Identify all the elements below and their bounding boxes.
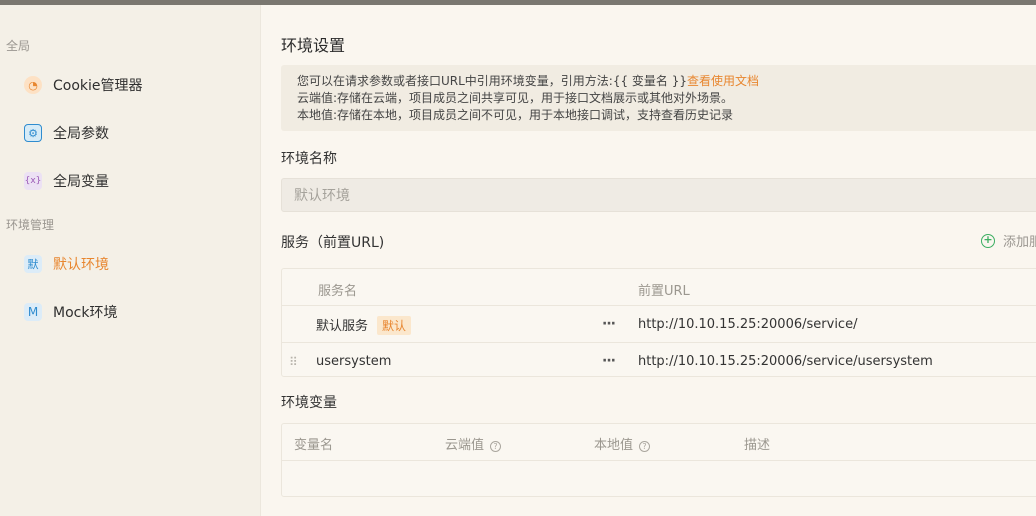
section-title-global: 全局	[6, 39, 31, 53]
default-badge: 默认	[377, 316, 412, 335]
env-default-icon: 默	[24, 255, 42, 273]
sidebar: 全局 ◔ Cookie管理器 ⚙ 全局参数 {x} 全局变量 环境管理 默 默认…	[0, 5, 261, 516]
column-header-service-name: 服务名	[318, 284, 358, 299]
row-divider	[282, 342, 1036, 343]
sidebar-item-label: 全局参数	[53, 126, 109, 142]
column-header-cloud-value: 云端值?	[445, 434, 502, 453]
local-value-label: 本地值	[594, 438, 634, 453]
service-url-cell[interactable]: http://10.10.15.25:20006/service/	[638, 317, 857, 332]
help-icon[interactable]: ?	[490, 441, 502, 452]
info-notice: 您可以在请求参数或者接口URL中引用环境变量，引用方法:{{ 变量名 }}查看使…	[281, 65, 1036, 131]
sidebar-item-default-env[interactable]: 默 默认环境	[24, 250, 109, 278]
section-title-env: 环境管理	[6, 218, 55, 232]
sidebar-item-label: Mock环境	[53, 305, 118, 321]
cloud-value-label: 云端值	[445, 438, 485, 453]
plus-circle-icon: +	[981, 233, 995, 248]
env-variables-table: 变量名 云端值? 本地值? 描述	[281, 423, 1036, 497]
env-name-value: 默认环境	[294, 188, 350, 204]
cookie-icon: ◔	[24, 76, 42, 94]
main-panel: 环境设置 您可以在请求参数或者接口URL中引用环境变量，引用方法:{{ 变量名 …	[262, 5, 1036, 516]
more-actions-icon[interactable]: ···	[602, 316, 616, 332]
sidebar-item-global-variables[interactable]: {x} 全局变量	[24, 167, 109, 195]
add-service-label: 添加服	[1003, 235, 1036, 250]
sidebar-item-label: 全局变量	[53, 174, 109, 190]
sidebar-item-cookie-manager[interactable]: ◔ Cookie管理器	[24, 71, 143, 99]
column-header-description: 描述	[744, 438, 771, 453]
env-mock-icon: M	[24, 303, 42, 321]
sidebar-item-global-params[interactable]: ⚙ 全局参数	[24, 119, 109, 147]
service-name-cell[interactable]: usersystem	[316, 354, 391, 369]
services-table: 服务名 前置URL 默认服务 默认 ··· http://10.10.15.25:…	[281, 268, 1036, 377]
service-url-cell[interactable]: http://10.10.15.25:20006/service/usersys…	[638, 354, 933, 369]
drag-handle-icon[interactable]: ⠿	[289, 355, 298, 369]
notice-line-1: 您可以在请求参数或者接口URL中引用环境变量，引用方法:{{ 变量名 }}	[297, 74, 688, 88]
row-divider	[282, 460, 1036, 461]
sidebar-item-label: 默认环境	[53, 257, 109, 273]
docs-link[interactable]: 查看使用文档	[687, 74, 759, 88]
notice-line-3: 本地值:存储在本地，项目成员之间不可见，用于本地接口调试，支持查看历史记录	[297, 108, 734, 122]
column-header-local-value: 本地值?	[594, 434, 651, 453]
column-header-prefix-url: 前置URL	[638, 284, 690, 299]
env-name-label: 环境名称	[281, 151, 337, 167]
help-icon[interactable]: ?	[639, 441, 651, 452]
sidebar-item-label: Cookie管理器	[53, 78, 143, 94]
notice-line-2: 云端值:存储在云端，项目成员之间共享可见，用于接口文档展示或其他对外场景。	[297, 91, 734, 105]
env-variables-label: 环境变量	[281, 395, 337, 411]
row-divider	[282, 305, 1036, 306]
add-service-button[interactable]: + 添加服	[981, 231, 1036, 250]
page-title: 环境设置	[281, 36, 346, 55]
service-name-cell[interactable]: 默认服务 默认	[316, 315, 412, 335]
settings-icon: ⚙	[24, 124, 42, 142]
service-name: 默认服务	[316, 319, 369, 334]
variable-icon: {x}	[24, 172, 42, 190]
sidebar-item-mock-env[interactable]: M Mock环境	[24, 298, 117, 326]
services-label: 服务（前置URL)	[281, 235, 385, 251]
env-name-input[interactable]: 默认环境	[281, 178, 1036, 212]
more-actions-icon[interactable]: ···	[602, 353, 616, 369]
column-header-variable-name: 变量名	[294, 438, 334, 453]
